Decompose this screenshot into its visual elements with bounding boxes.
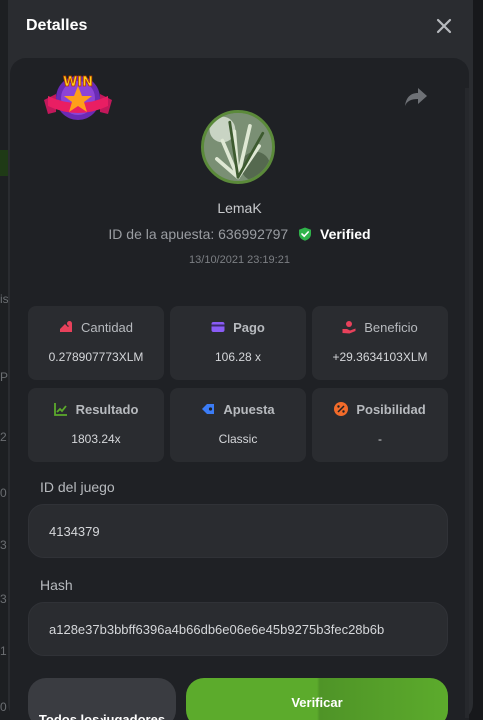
scrollbar[interactable] <box>465 88 469 718</box>
verified-shield-icon <box>298 227 312 241</box>
verify-button[interactable]: Verificar <box>186 678 448 720</box>
game-id-field[interactable]: 4134379 <box>28 504 448 558</box>
stat-value: 106.28 x <box>214 350 262 364</box>
stat-card-resultado: Resultado 1803.24x <box>28 388 164 462</box>
modal-header: Detalles <box>8 0 473 56</box>
stat-card-posibilidad: Posibilidad - <box>312 388 448 462</box>
verified-label: Verified <box>320 226 371 242</box>
hash-label: Hash <box>40 577 73 593</box>
background-text: 1 <box>0 644 7 658</box>
background-text: 0 <box>0 486 7 500</box>
stat-label: Beneficio <box>312 320 448 335</box>
stat-label: Apuesta <box>170 402 306 417</box>
stat-value: Classic <box>218 432 258 446</box>
stat-card-pago: Pago 106.28 x <box>170 306 306 380</box>
tag-icon <box>201 402 215 416</box>
game-id-label: ID del juego <box>40 479 115 495</box>
stat-value: - <box>378 432 382 446</box>
stat-value: 0.278907773XLM <box>48 350 144 364</box>
stat-value: +29.3634103XLM <box>332 350 428 364</box>
share-icon[interactable] <box>404 86 428 108</box>
percent-icon <box>334 402 349 416</box>
bet-timestamp: 13/10/2021 23:19:21 <box>189 254 290 266</box>
hash-field[interactable]: a128e37b3bbff6396a4b66db6e06e6e45b9275b3… <box>28 602 448 656</box>
stat-card-beneficio: Beneficio +29.3634103XLM <box>312 306 448 380</box>
card-icon <box>211 320 225 334</box>
details-panel: WIN LemaK ID de la apuesta: 636992797 Ve… <box>10 58 469 720</box>
bet-id-row: ID de la apuesta: 636992797 Verified <box>10 226 469 242</box>
game-id-value: 4134379 <box>49 524 100 539</box>
avatar[interactable] <box>201 110 275 184</box>
win-badge-icon: WIN <box>42 72 114 122</box>
stat-value: 1803.24x <box>71 432 121 446</box>
modal-title: Detalles <box>26 17 88 34</box>
stat-card-apuesta: Apuesta Classic <box>170 388 306 462</box>
bet-id-value: 636992797 <box>218 226 289 242</box>
win-badge-text: WIN <box>63 75 93 90</box>
stat-label: Posibilidad <box>312 402 448 417</box>
stat-label: Pago <box>170 320 306 335</box>
stat-label: Resultado <box>28 402 164 417</box>
stat-card-cantidad: Cantidad 0.278907773XLM <box>28 306 164 380</box>
hash-value: a128e37b3bbff6396a4b66db6e06e6e45b9275b3… <box>49 622 385 637</box>
bet-details-modal: Detalles WIN LemaK ID de la apuesta: 636… <box>8 0 473 720</box>
background-text: 2 <box>0 430 7 444</box>
background-text: 0 <box>0 700 7 714</box>
stat-label: Cantidad <box>28 320 164 335</box>
background-text: 3 <box>0 592 7 606</box>
hand-coin-icon <box>342 320 356 334</box>
background-text: P <box>0 370 9 384</box>
chevron-right-icon: › <box>99 712 105 720</box>
coins-icon <box>59 320 73 334</box>
all-players-button[interactable]: Todos los jugadores › <box>28 678 176 720</box>
chart-icon <box>53 402 68 416</box>
close-icon[interactable] <box>433 15 455 37</box>
username: LemaK <box>217 200 262 216</box>
verify-label: Verificar <box>291 695 343 710</box>
background-text: 3 <box>0 538 7 552</box>
bet-id-label: ID de la apuesta: <box>108 226 215 242</box>
